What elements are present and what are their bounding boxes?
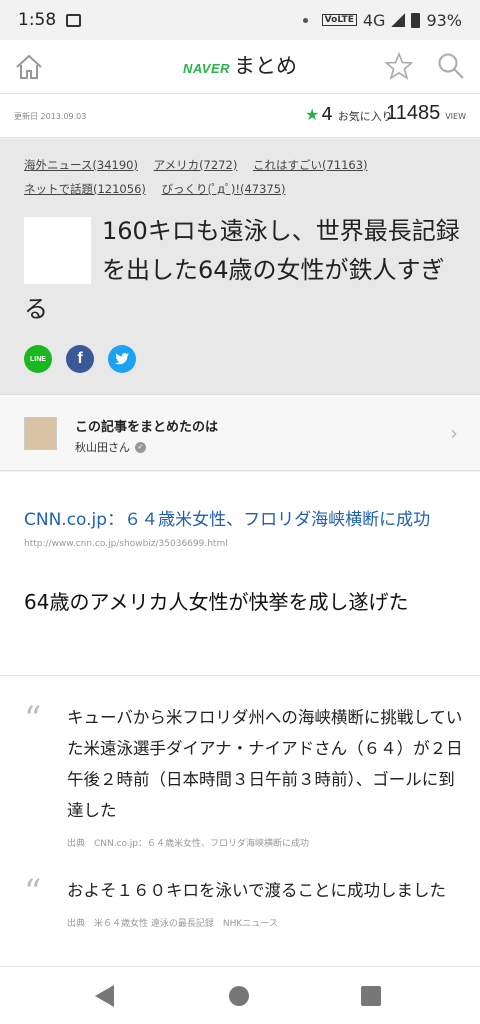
article-header: 海外ニュース(34190) アメリカ(7272) これはすごい(71163) ネ… bbox=[0, 139, 480, 394]
naver-wordmark: NAVER bbox=[182, 61, 231, 76]
tag-list: 海外ニュース(34190) アメリカ(7272) これはすごい(71163) ネ… bbox=[24, 153, 464, 201]
link-card[interactable]: CNN.co.jp：６４歳米女性、フロリダ海峡横断に成功 http://www.… bbox=[24, 505, 430, 549]
quote-block: “ およそ１６０キロを泳いで渡ることに成功しました 出典 米６４歳女性 遠泳の最… bbox=[24, 875, 464, 929]
status-time: 1:58 bbox=[18, 10, 57, 30]
twitter-share-button[interactable] bbox=[108, 345, 136, 373]
tag-link[interactable]: ネットで話題(121056) bbox=[24, 182, 146, 196]
quote-text: およそ１６０キロを泳いで渡ることに成功しました bbox=[67, 881, 447, 900]
battery-icon bbox=[411, 12, 421, 28]
back-button[interactable] bbox=[95, 985, 114, 1007]
facebook-share-button[interactable]: f bbox=[66, 345, 94, 373]
quote-source[interactable]: 出典 米６４歳女性 遠泳の最長記録 NHKニュース bbox=[67, 916, 464, 929]
volte-icon: VoLTE bbox=[321, 14, 357, 26]
link-url: http://www.cnn.co.jp/showbiz/35036699.ht… bbox=[24, 539, 228, 549]
quote-block: “ キューバから米フロリダ州への海峡横断に挑戦していた米遠泳選手ダイアナ・ナイア… bbox=[24, 702, 464, 849]
twitter-bird-icon bbox=[115, 353, 129, 365]
notification-dot-icon bbox=[302, 17, 308, 23]
meta-bar: 更新日 2013.09.03 ★ 4 お気に入り 11485 VIEW bbox=[0, 94, 480, 138]
avatar bbox=[24, 417, 57, 450]
tag-link[interactable]: 海外ニュース(34190) bbox=[24, 158, 138, 172]
section-heading: 64歳のアメリカ人女性が快挙を成し遂げた bbox=[0, 572, 480, 676]
tag-link[interactable]: アメリカ(7272) bbox=[154, 158, 238, 172]
author-card[interactable]: この記事をまとめたのは 秋山田さん ✓ › bbox=[0, 394, 480, 471]
views-number: 11485 bbox=[386, 102, 441, 124]
quote-mark-icon: “ bbox=[24, 699, 42, 739]
article-body: CNN.co.jp：６４歳米女性、フロリダ海峡横断に成功 http://www.… bbox=[0, 472, 480, 966]
verified-check-icon: ✓ bbox=[135, 441, 146, 453]
home-button[interactable] bbox=[229, 986, 249, 1006]
favorite-star-small-icon: ★ bbox=[305, 105, 320, 124]
signal-icon bbox=[391, 13, 406, 27]
view-count: 11485 VIEW bbox=[386, 102, 466, 125]
views-label: VIEW bbox=[445, 112, 466, 121]
tag-link[interactable]: びっくり(ﾟдﾟ)!(47375) bbox=[162, 182, 286, 196]
favorites-label: お気に入り bbox=[337, 110, 393, 123]
updated-date: 更新日 2013.09.03 bbox=[14, 112, 87, 121]
favorites-count: ★ 4 お気に入り bbox=[305, 104, 393, 125]
app-header: NAVER まとめ bbox=[0, 40, 480, 94]
status-bar: 1:58 VoLTE 4G 93% bbox=[0, 0, 480, 40]
author-label: この記事をまとめたのは bbox=[75, 420, 219, 435]
tag-link[interactable]: これはすごい(71163) bbox=[253, 158, 368, 172]
quote-source[interactable]: 出典 CNN.co.jp：６４歳米女性、フロリダ海峡横断に成功 bbox=[67, 836, 464, 849]
battery-percent: 93% bbox=[426, 10, 462, 30]
share-buttons: LINE f bbox=[24, 345, 136, 373]
search-icon[interactable] bbox=[436, 51, 466, 81]
section-heading-text: 64歳のアメリカ人女性が快挙を成し遂げた bbox=[24, 590, 409, 614]
author-name-row: 秋山田さん ✓ bbox=[75, 439, 146, 455]
network-label: 4G bbox=[362, 10, 386, 30]
favorites-number: 4 bbox=[321, 104, 333, 125]
link-title[interactable]: CNN.co.jp：６４歳米女性、フロリダ海峡横断に成功 bbox=[24, 505, 430, 530]
chevron-right-icon: › bbox=[450, 421, 458, 445]
author-name: 秋山田さん bbox=[75, 441, 130, 454]
quote-text: キューバから米フロリダ州への海峡横断に挑戦していた米遠泳選手ダイアナ・ナイアドさ… bbox=[67, 708, 463, 820]
system-nav-bar bbox=[0, 966, 480, 1024]
quote-mark-icon: “ bbox=[24, 872, 42, 912]
gallery-notification-icon bbox=[66, 13, 82, 27]
matome-wordmark: まとめ bbox=[234, 54, 298, 78]
article-title: 160キロも遠泳し、世界最長記録を出した64歳の女性が鉄人すぎる bbox=[24, 217, 460, 323]
favorite-star-icon[interactable] bbox=[384, 51, 414, 81]
line-share-button[interactable]: LINE bbox=[24, 345, 52, 373]
recents-button[interactable] bbox=[361, 986, 381, 1006]
status-right: VoLTE 4G 93% bbox=[302, 10, 462, 30]
